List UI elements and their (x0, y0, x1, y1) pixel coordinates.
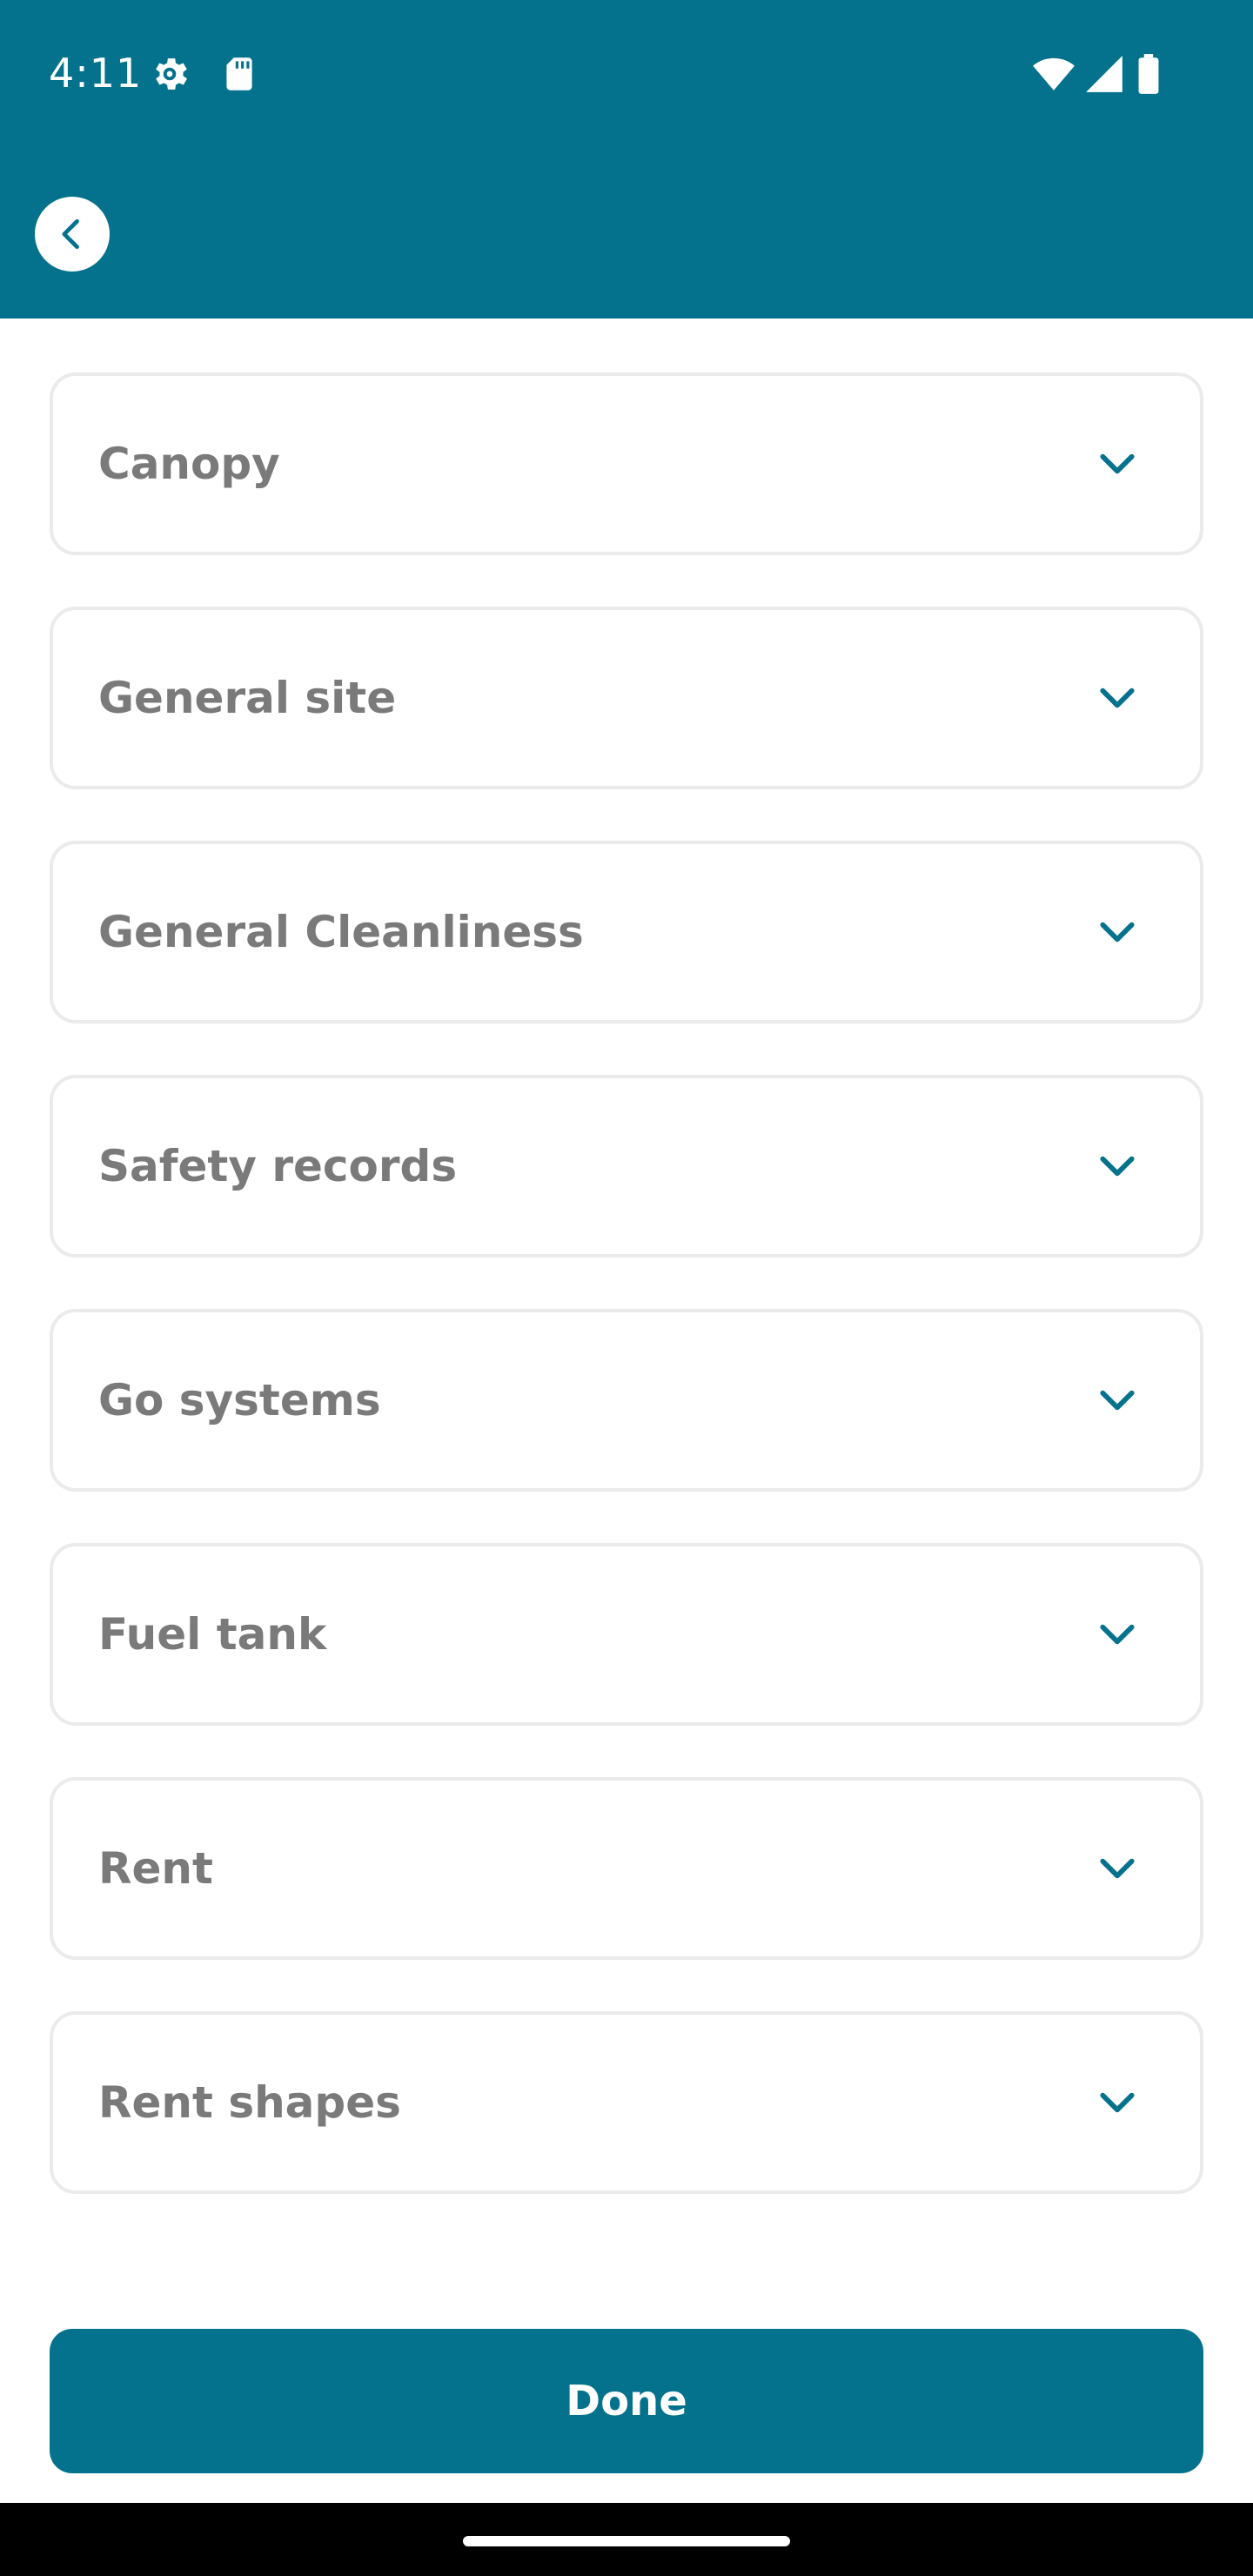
chevron-left-icon (53, 215, 91, 253)
chevron-down-icon (1096, 1613, 1139, 1656)
wifi-icon (1032, 52, 1075, 96)
section-row-rent-shapes[interactable]: Rent shapes (50, 2011, 1203, 2194)
inspection-section-list: Canopy General site General Cleanliness … (50, 372, 1203, 2245)
section-label: Fuel tank (98, 1609, 327, 1660)
chevron-down-icon (1096, 1847, 1139, 1890)
chevron-down-icon (1096, 2081, 1139, 2124)
chevron-down-icon (1096, 1379, 1139, 1422)
section-row-rent[interactable]: Rent (50, 1777, 1203, 1960)
app-header: 4:11 (0, 0, 1253, 319)
settings-gear-icon (148, 52, 191, 96)
cellular-signal-icon (1082, 52, 1126, 96)
section-row-safety-records[interactable]: Safety records (50, 1075, 1203, 1258)
section-row-canopy[interactable]: Canopy (50, 372, 1203, 555)
sd-card-icon (218, 52, 261, 96)
status-bar: 4:11 (0, 0, 1253, 148)
chevron-down-icon (1096, 676, 1139, 720)
chevron-down-icon (1096, 442, 1139, 486)
chevron-down-icon (1096, 1144, 1139, 1188)
section-row-general-cleanliness[interactable]: General Cleanliness (50, 841, 1203, 1023)
section-label: Canopy (98, 439, 280, 489)
done-button[interactable]: Done (50, 2329, 1203, 2473)
section-label: General Cleanliness (98, 907, 584, 957)
back-button[interactable] (35, 197, 110, 272)
section-row-fuel-tank[interactable]: Fuel tank (50, 1543, 1203, 1726)
section-label: Safety records (98, 1141, 458, 1191)
home-indicator[interactable] (463, 2536, 790, 2546)
section-label: General site (98, 673, 397, 723)
section-label: Go systems (98, 1375, 381, 1426)
section-row-general-site[interactable]: General site (50, 607, 1203, 789)
section-label: Rent (98, 1843, 213, 1894)
status-time: 4:11 (49, 50, 143, 97)
battery-icon (1133, 52, 1164, 96)
section-row-go-systems[interactable]: Go systems (50, 1309, 1203, 1492)
section-label: Rent shapes (98, 2077, 401, 2128)
system-navigation-bar (0, 2503, 1253, 2576)
chevron-down-icon (1096, 910, 1139, 954)
